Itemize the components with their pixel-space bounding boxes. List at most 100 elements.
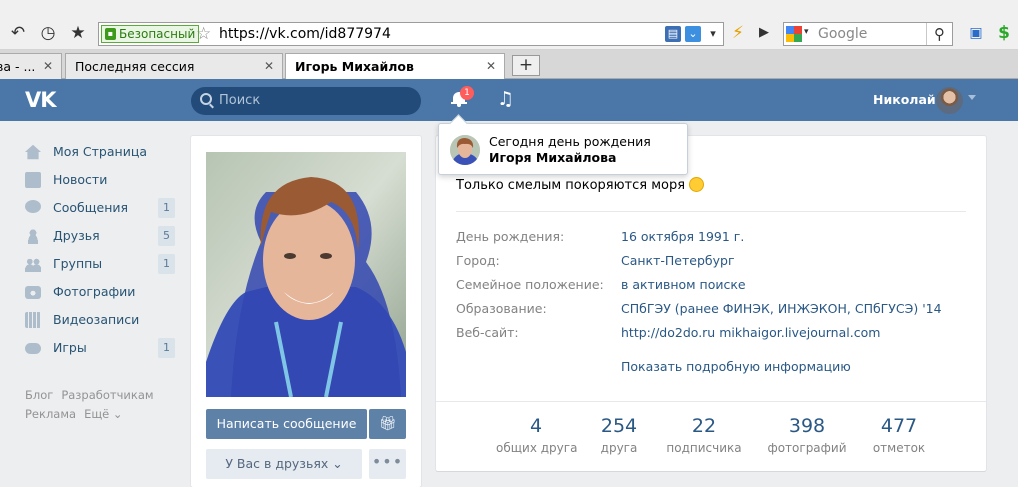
nav-label: Моя Страница bbox=[53, 144, 147, 159]
counter-mutual-friends[interactable]: 4 общих друга bbox=[496, 414, 578, 458]
flash-icon[interactable]: ⚡ bbox=[726, 21, 750, 45]
bookmarks-star-icon[interactable]: ★ bbox=[66, 21, 90, 45]
undo-close-tab-icon[interactable]: ↶ bbox=[6, 21, 30, 45]
friends-status-button[interactable]: У Вас в друзьях ⌄ bbox=[206, 449, 362, 479]
footer-link-blog[interactable]: Блог bbox=[25, 386, 53, 405]
profile-status: Только смелым покоряются моря bbox=[456, 177, 705, 193]
counter-label: общих друга bbox=[496, 441, 578, 455]
gift-icon[interactable]: 🎁︎ bbox=[369, 409, 406, 439]
new-tab-button[interactable]: + bbox=[512, 55, 540, 76]
write-message-button[interactable]: Написать сообщение bbox=[206, 409, 367, 439]
counter-number: 4 bbox=[529, 415, 543, 437]
nav-label: Группы bbox=[53, 256, 103, 271]
tab-3-active[interactable]: Игорь Михайлов ✕ bbox=[285, 53, 505, 80]
vk-search-input[interactable]: Поиск bbox=[191, 87, 421, 115]
close-icon[interactable]: ✕ bbox=[43, 54, 53, 79]
counter-label: фотографий bbox=[767, 441, 847, 455]
camera-icon bbox=[25, 286, 41, 299]
footer-link-ads[interactable]: Реклама bbox=[25, 405, 76, 424]
info-value-link[interactable]: http://do2do.ru mikhaigor.livejournal.co… bbox=[621, 323, 880, 343]
nav-label: Друзья bbox=[53, 228, 100, 243]
notification-person-link[interactable]: Игоря Михайлова bbox=[489, 150, 616, 165]
counter-tags[interactable]: 477 отметок bbox=[866, 414, 932, 458]
info-row-birthday: День рождения: 16 октября 1991 г. bbox=[456, 227, 966, 247]
counter-label: отметок bbox=[872, 441, 926, 455]
video-icon bbox=[25, 312, 41, 328]
url-text[interactable]: https://vk.com/id877974 bbox=[219, 23, 391, 45]
info-key: День рождения: bbox=[456, 229, 565, 244]
address-bar[interactable]: ▪ Безопасный ☆ https://vk.com/id877974 ▤… bbox=[98, 22, 724, 46]
tab-label: ва - ... bbox=[0, 59, 36, 74]
search-icon[interactable]: ⚲ bbox=[926, 23, 952, 45]
show-more-info-link[interactable]: Показать подробную информацию bbox=[621, 357, 851, 377]
birthday-notification-popup[interactable]: Сегодня день рождения Игоря Михайлова bbox=[438, 123, 688, 175]
engine-dropdown-icon[interactable]: ▾ bbox=[804, 27, 809, 37]
secure-badge[interactable]: ▪ Безопасный bbox=[101, 25, 200, 43]
reader-icon[interactable]: ▤ bbox=[665, 26, 681, 42]
profile-photo[interactable] bbox=[206, 152, 406, 397]
sync-icon[interactable]: $ bbox=[992, 21, 1016, 45]
footer-link-more[interactable]: Ещё ⌄ bbox=[84, 405, 122, 424]
notification-text: Сегодня день рождения Игоря Михайлова bbox=[489, 134, 684, 166]
history-icon[interactable]: ◷ bbox=[36, 21, 60, 45]
info-row-education: Образование: СПбГЭУ (ранее ФИНЭК, ИНЖЭКО… bbox=[456, 299, 966, 319]
nav-count-badge: 1 bbox=[158, 198, 175, 218]
vk-header: VK Поиск 1 ♫ Николай bbox=[0, 79, 1018, 121]
divider bbox=[436, 401, 986, 402]
nav-item-games[interactable]: Игры 1 bbox=[25, 334, 175, 362]
dropdown-icon[interactable]: ▾ bbox=[705, 26, 721, 42]
info-value-link[interactable]: Санкт-Петербург bbox=[621, 251, 735, 271]
profile-photo-card: Написать сообщение 🎁︎ У Вас в друзьях ⌄ … bbox=[191, 136, 421, 487]
play-icon[interactable]: ▶ bbox=[752, 21, 776, 45]
info-key: Город: bbox=[456, 253, 500, 268]
google-engine-icon[interactable] bbox=[786, 26, 802, 42]
close-icon[interactable]: ✕ bbox=[264, 54, 274, 79]
messages-icon bbox=[25, 200, 41, 213]
browser-toolbar: ↶ ◷ ★ ▪ Безопасный ☆ https://vk.com/id87… bbox=[0, 0, 1018, 50]
nav-item-friends[interactable]: Друзья 5 bbox=[25, 222, 175, 250]
nav-item-photos[interactable]: Фотографии bbox=[25, 278, 175, 306]
tab-1[interactable]: ва - ... ✕ bbox=[0, 53, 62, 79]
user-name[interactable]: Николай bbox=[873, 79, 936, 121]
counter-friends[interactable]: 254 друга bbox=[584, 414, 654, 458]
home-icon bbox=[25, 144, 41, 160]
nav-item-news[interactable]: Новости bbox=[25, 166, 175, 194]
screen-icon[interactable]: ▣ bbox=[964, 21, 988, 45]
gamepad-icon bbox=[25, 343, 41, 354]
info-key: Веб-сайт: bbox=[456, 325, 519, 340]
info-row-relationship: Семейное положение: в активном поиске bbox=[456, 275, 966, 295]
info-key: Семейное положение: bbox=[456, 277, 604, 292]
pocket-icon[interactable]: ⌄ bbox=[685, 26, 701, 42]
groups-icon bbox=[25, 256, 41, 272]
nav-item-my-page[interactable]: Моя Страница bbox=[25, 138, 175, 166]
nav-count-badge: 5 bbox=[158, 226, 175, 246]
browser-search-input[interactable]: Google bbox=[818, 23, 867, 45]
chevron-down-icon[interactable] bbox=[968, 95, 976, 100]
nav-label: Видеозаписи bbox=[53, 312, 140, 327]
nav-item-groups[interactable]: Группы 1 bbox=[25, 250, 175, 278]
vk-search-placeholder: Поиск bbox=[219, 93, 261, 108]
music-icon[interactable]: ♫ bbox=[497, 87, 514, 111]
tab-2[interactable]: Последняя сессия ✕ bbox=[65, 53, 283, 79]
nav-label: Игры bbox=[53, 340, 87, 355]
info-row-website: Веб-сайт: http://do2do.ru mikhaigor.live… bbox=[456, 323, 966, 343]
bookmark-page-icon[interactable]: ☆ bbox=[196, 24, 211, 44]
nav-item-messages[interactable]: Сообщения 1 bbox=[25, 194, 175, 222]
nav-item-videos[interactable]: Видеозаписи bbox=[25, 306, 175, 334]
close-icon[interactable]: ✕ bbox=[486, 54, 496, 79]
info-value-link[interactable]: 16 октября 1991 г. bbox=[621, 227, 744, 247]
counter-number: 477 bbox=[880, 415, 918, 437]
vk-logo[interactable]: VK bbox=[25, 88, 57, 112]
counter-followers[interactable]: 22 подписчика bbox=[664, 414, 744, 458]
user-avatar[interactable] bbox=[936, 87, 963, 114]
counter-label: подписчика bbox=[666, 441, 742, 455]
tab-bar: ва - ... ✕ Последняя сессия ✕ Игорь Миха… bbox=[0, 50, 1018, 80]
browser-search-box[interactable]: ▾ Google ⚲ bbox=[783, 22, 953, 46]
footer-link-developers[interactable]: Разработчикам bbox=[61, 386, 153, 405]
info-value-link[interactable]: в активном поиске bbox=[621, 275, 746, 295]
left-nav: Моя Страница Новости Сообщения 1 Друзья … bbox=[25, 138, 175, 362]
info-value-link[interactable]: СПбГЭУ (ранее ФИНЭК, ИНЖЭКОН, СПбГУСЭ) '… bbox=[621, 299, 942, 319]
lock-icon: ▪ bbox=[105, 28, 116, 40]
more-actions-button[interactable]: ••• bbox=[369, 449, 406, 479]
counter-photos[interactable]: 398 фотографий bbox=[763, 414, 851, 458]
